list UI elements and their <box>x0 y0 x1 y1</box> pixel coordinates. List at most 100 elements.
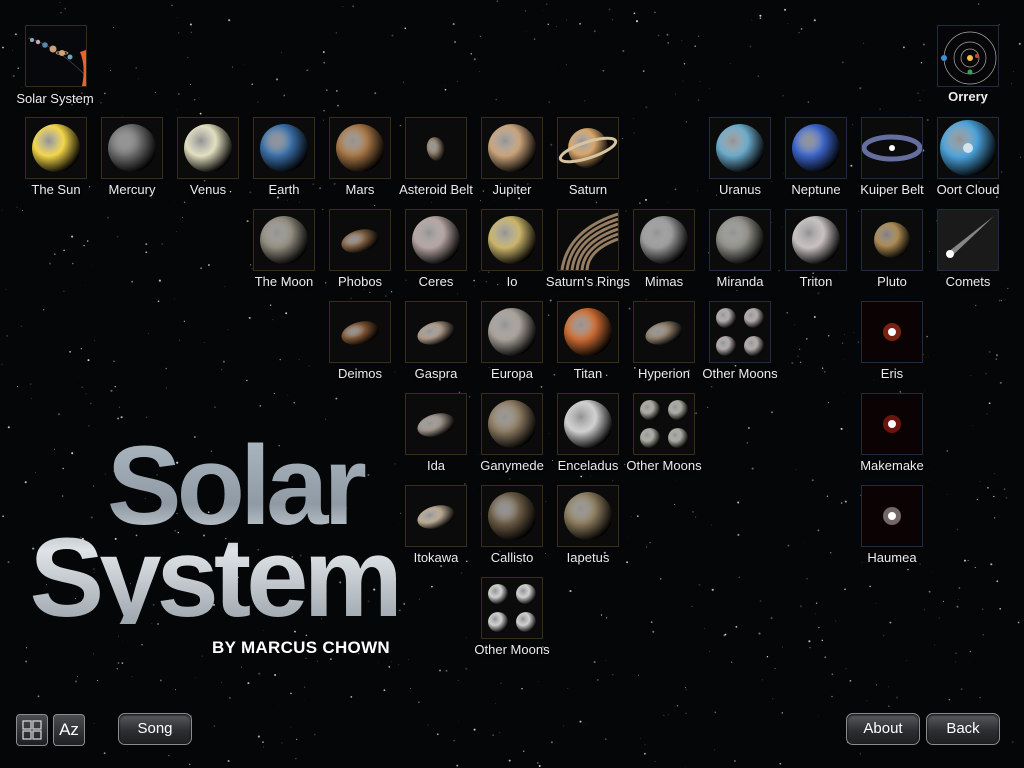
back-button[interactable]: Back <box>926 713 1000 745</box>
author-byline: BY MARCUS CHOWN <box>212 638 390 657</box>
pluto-icon <box>874 222 910 258</box>
tile-mimas[interactable] <box>633 209 695 271</box>
tile-iapetus[interactable] <box>557 485 619 547</box>
tile-label: Iapetus <box>566 550 610 565</box>
tile-asteroid-belt[interactable] <box>405 117 467 179</box>
jupiter-icon <box>488 124 536 172</box>
oort-cloud-icon <box>940 120 996 176</box>
saturn-rings-icon <box>560 212 618 270</box>
tile-mercury[interactable] <box>101 117 163 179</box>
hyperion-icon <box>645 321 683 345</box>
tile-miranda[interactable] <box>709 209 771 271</box>
tile-callisto[interactable] <box>481 485 543 547</box>
tile-haumea[interactable] <box>861 485 923 547</box>
mimas-icon <box>640 216 688 264</box>
tile-label: Saturn <box>568 182 608 197</box>
alphabetical-view-button[interactable]: Az <box>53 714 85 746</box>
title-line-2: System <box>29 514 398 640</box>
neptune-icon <box>792 124 840 172</box>
az-label: Az <box>59 720 79 739</box>
phobos-icon <box>341 229 379 253</box>
tile-triton[interactable] <box>785 209 847 271</box>
tile-oort-cloud[interactable] <box>937 117 999 179</box>
tile-other-moons[interactable] <box>481 577 543 639</box>
orrery-label: Orrery <box>948 89 988 104</box>
ceres-icon <box>412 216 460 264</box>
tile-saturn[interactable] <box>557 117 619 179</box>
europa-icon <box>488 308 536 356</box>
deimos-icon <box>341 321 379 345</box>
tile-gaspra[interactable] <box>405 301 467 363</box>
tile-neptune[interactable] <box>785 117 847 179</box>
app-title: Solar System <box>18 440 398 624</box>
tile-ida[interactable] <box>405 393 467 455</box>
tile-enceladus[interactable] <box>557 393 619 455</box>
tile-label: Other Moons <box>474 642 550 657</box>
grid-view-icon <box>22 720 42 740</box>
venus-icon <box>184 124 232 172</box>
solar-system-tile[interactable] <box>25 25 87 87</box>
tile-label: Comets <box>945 274 991 289</box>
ida-icon <box>417 413 455 437</box>
comet-icon <box>938 210 998 270</box>
tile-deimos[interactable] <box>329 301 391 363</box>
tile-other-moons[interactable] <box>633 393 695 455</box>
tile-moon[interactable] <box>253 209 315 271</box>
grid-view-button[interactable] <box>16 714 48 746</box>
uranus-icon <box>716 124 764 172</box>
orrery-tile[interactable] <box>937 25 999 87</box>
makemake-icon <box>862 394 922 454</box>
callisto-icon <box>488 492 536 540</box>
itokawa-icon <box>417 505 455 529</box>
saturn-icon <box>558 128 618 168</box>
ganymede-icon <box>488 400 536 448</box>
orrery-icon <box>938 26 998 86</box>
tile-ceres[interactable] <box>405 209 467 271</box>
kuiper-belt-icon <box>862 134 922 162</box>
tile-label: Other Moons <box>626 458 702 473</box>
tile-label: Haumea <box>867 550 917 565</box>
titan-icon <box>564 308 612 356</box>
mercury-icon <box>108 124 156 172</box>
tile-phobos[interactable] <box>329 209 391 271</box>
tile-earth[interactable] <box>253 117 315 179</box>
tile-other-moons[interactable] <box>709 301 771 363</box>
tile-ganymede[interactable] <box>481 393 543 455</box>
tile-saturn-rings[interactable] <box>557 209 619 271</box>
tile-kuiper-belt[interactable] <box>861 117 923 179</box>
tile-europa[interactable] <box>481 301 543 363</box>
tile-makemake[interactable] <box>861 393 923 455</box>
tile-io[interactable] <box>481 209 543 271</box>
earth-icon <box>260 124 308 172</box>
gaspra-icon <box>417 321 455 345</box>
io-icon <box>488 216 536 264</box>
tile-comet[interactable] <box>937 209 999 271</box>
song-button[interactable]: Song <box>118 713 192 745</box>
tile-eris[interactable] <box>861 301 923 363</box>
tile-jupiter[interactable] <box>481 117 543 179</box>
tile-pluto[interactable] <box>861 209 923 271</box>
tile-label: Oort Cloud <box>936 182 1000 197</box>
other-moons-icon <box>716 308 764 356</box>
enceladus-icon <box>564 400 612 448</box>
tile-label: Other Moons <box>702 366 778 381</box>
mars-icon <box>336 124 384 172</box>
other-moons-icon <box>640 400 688 448</box>
solar-system-planets-icon <box>26 26 86 86</box>
tile-label: Eris <box>880 366 904 381</box>
tile-sun[interactable] <box>25 117 87 179</box>
about-button[interactable]: About <box>846 713 920 745</box>
tile-itokawa[interactable] <box>405 485 467 547</box>
iapetus-icon <box>564 492 612 540</box>
moon-icon <box>260 216 308 264</box>
tile-hyperion[interactable] <box>633 301 695 363</box>
eris-icon <box>862 302 922 362</box>
triton-icon <box>792 216 840 264</box>
tile-uranus[interactable] <box>709 117 771 179</box>
haumea-icon <box>862 486 922 546</box>
tile-venus[interactable] <box>177 117 239 179</box>
asteroid-belt-icon <box>426 137 446 161</box>
tile-mars[interactable] <box>329 117 391 179</box>
tile-label: Makemake <box>860 458 924 473</box>
tile-titan[interactable] <box>557 301 619 363</box>
